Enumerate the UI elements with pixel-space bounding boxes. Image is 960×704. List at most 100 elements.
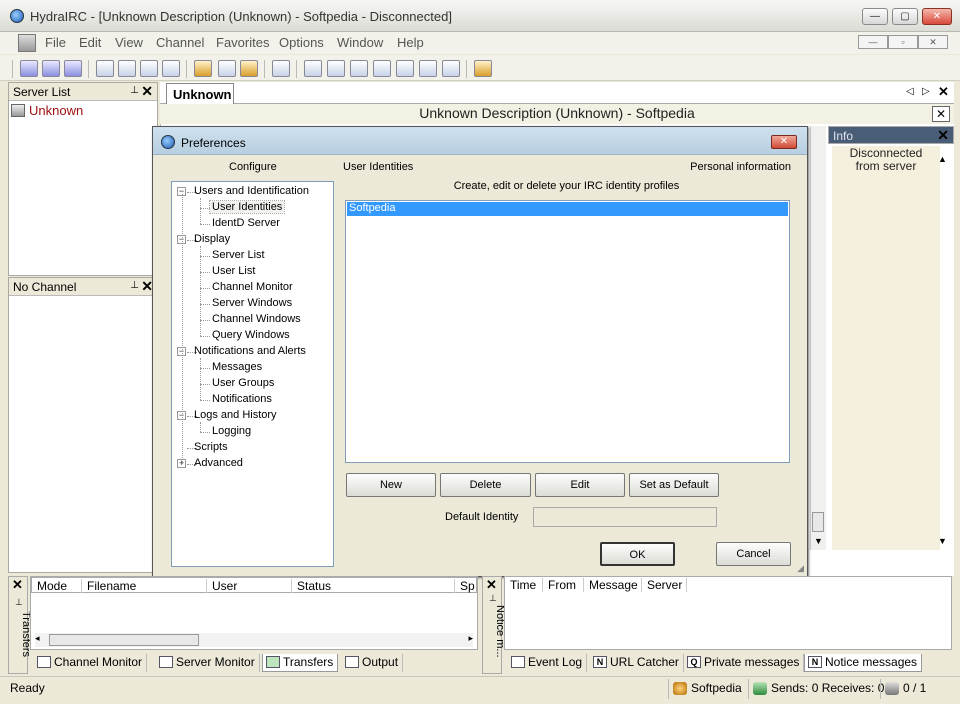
away-icon[interactable]: [272, 60, 290, 77]
topic-close-icon[interactable]: ✕: [932, 106, 950, 122]
arrange-icon[interactable]: [162, 60, 180, 77]
cancel-button[interactable]: Cancel: [716, 542, 791, 566]
search-icon[interactable]: [218, 60, 236, 77]
identities-list[interactable]: Softpedia: [345, 200, 790, 463]
server-item[interactable]: Unknown: [9, 101, 157, 119]
column-header[interactable]: Filename: [82, 579, 207, 593]
menu-favorites[interactable]: Favorites: [216, 35, 269, 50]
dialog-close-button[interactable]: ✕: [771, 135, 797, 149]
horizontal-scrollbar[interactable]: ◂ ▸: [35, 633, 473, 647]
tile-horizontal-icon[interactable]: [140, 60, 158, 77]
new-button[interactable]: New: [346, 473, 436, 497]
info-icon[interactable]: [442, 60, 460, 77]
minimize-button[interactable]: —: [862, 8, 888, 25]
tree-item[interactable]: Channel Monitor: [210, 281, 295, 293]
info-scroll-up-icon[interactable]: ▲: [938, 154, 947, 164]
close-icon[interactable]: ✕: [486, 577, 497, 593]
tree-item[interactable]: Query Windows: [210, 329, 292, 341]
column-header[interactable]: Mode: [32, 579, 82, 593]
scroll-thumb[interactable]: [49, 634, 199, 646]
delete-button[interactable]: Delete: [440, 473, 531, 497]
cascade-icon[interactable]: [96, 60, 114, 77]
column-header[interactable]: Status: [292, 579, 455, 593]
output-icon[interactable]: [419, 60, 437, 77]
column-header[interactable]: Server: [642, 578, 687, 592]
connect-icon[interactable]: [20, 60, 38, 77]
maximize-button[interactable]: ▢: [892, 8, 918, 25]
close-icon[interactable]: ✕: [141, 83, 153, 100]
tree-item[interactable]: Logs and History: [192, 409, 279, 421]
scroll-thumb[interactable]: [812, 512, 824, 532]
scroll-right-icon[interactable]: ▸: [468, 633, 473, 644]
tree-item[interactable]: Notifications: [210, 393, 274, 405]
tree-item[interactable]: Users and Identification: [192, 185, 311, 197]
tree-item[interactable]: Logging: [210, 425, 253, 437]
identity-item[interactable]: Softpedia: [347, 202, 788, 216]
pin-icon[interactable]: ⊥: [489, 593, 497, 604]
pin-icon[interactable]: ⊥: [130, 280, 139, 291]
scroll-down-icon[interactable]: ▼: [814, 536, 823, 546]
tree-item[interactable]: IdentD Server: [210, 217, 282, 229]
menu-channel[interactable]: Channel: [156, 35, 204, 50]
tile-vertical-icon[interactable]: [118, 60, 136, 77]
menu-options[interactable]: Options: [279, 35, 324, 50]
ok-button[interactable]: OK: [600, 542, 675, 566]
menu-view[interactable]: View: [115, 35, 143, 50]
tab-scroll-right-icon[interactable]: ▷: [922, 86, 930, 97]
column-header[interactable]: User: [207, 579, 292, 593]
set-default-button[interactable]: Set as Default: [629, 473, 719, 497]
tree-item[interactable]: User Identities: [208, 200, 286, 214]
tab-private-messages[interactable]: Q Private messages: [684, 654, 805, 672]
edit-button[interactable]: Edit: [535, 473, 625, 497]
column-header[interactable]: Time: [505, 578, 543, 592]
tab-event-log[interactable]: Event Log: [508, 654, 588, 672]
close-icon[interactable]: ✕: [937, 127, 949, 144]
mdi-minimize-button[interactable]: —: [858, 35, 888, 49]
close-icon[interactable]: ✕: [12, 577, 23, 593]
menu-edit[interactable]: Edit: [79, 35, 101, 50]
server-list-icon[interactable]: [304, 60, 322, 77]
favorites-icon[interactable]: [240, 60, 258, 77]
pin-icon[interactable]: ⊥: [130, 85, 139, 96]
close-button[interactable]: ✕: [922, 8, 952, 25]
tab-output[interactable]: Output: [342, 654, 404, 672]
channel-scrollbar[interactable]: ▼: [810, 126, 826, 550]
tree-item[interactable]: Notifications and Alerts: [192, 345, 308, 357]
tree-item[interactable]: User List: [210, 265, 257, 277]
tab-channel-monitor[interactable]: Channel Monitor: [34, 654, 148, 672]
tab-notice-messages[interactable]: N Notice messages: [804, 654, 923, 672]
reconnect-icon[interactable]: [42, 60, 60, 77]
tab-url-catcher[interactable]: N URL Catcher: [590, 654, 684, 672]
tree-item[interactable]: User Groups: [210, 377, 276, 389]
menu-help[interactable]: Help: [397, 35, 424, 50]
transfers-icon[interactable]: [396, 60, 414, 77]
preferences-icon[interactable]: [474, 60, 492, 77]
mdi-child-icon[interactable]: [18, 34, 36, 52]
tree-item[interactable]: Display: [192, 233, 232, 245]
tab-scroll-left-icon[interactable]: ◁: [906, 86, 914, 97]
server-monitor-icon[interactable]: [373, 60, 391, 77]
disconnect-icon[interactable]: [64, 60, 82, 77]
column-header[interactable]: From: [543, 578, 584, 592]
tree-item[interactable]: Channel Windows: [210, 313, 303, 325]
tree-item[interactable]: Messages: [210, 361, 264, 373]
users-icon[interactable]: [194, 60, 212, 77]
tree-item[interactable]: Server List: [210, 249, 267, 261]
tab-unknown[interactable]: Unknown: [166, 83, 234, 105]
info-scroll-down-icon[interactable]: ▼: [938, 536, 947, 546]
mdi-close-button[interactable]: ✕: [918, 35, 948, 49]
tree-item[interactable]: Server Windows: [210, 297, 294, 309]
tree-item[interactable]: Scripts: [192, 441, 230, 453]
tab-transfers[interactable]: Transfers: [262, 654, 339, 672]
menu-window[interactable]: Window: [337, 35, 383, 50]
resize-grip-icon[interactable]: ◢: [797, 563, 804, 574]
menu-file[interactable]: File: [45, 35, 66, 50]
tab-close-icon[interactable]: ✕: [938, 84, 949, 100]
pin-icon[interactable]: ⊥: [15, 597, 23, 608]
tree-item[interactable]: Advanced: [192, 457, 245, 469]
column-header[interactable]: Sp: [455, 579, 478, 593]
user-list-icon[interactable]: [327, 60, 345, 77]
channel-monitor-icon[interactable]: [350, 60, 368, 77]
scroll-left-icon[interactable]: ◂: [35, 633, 40, 644]
mdi-restore-button[interactable]: ▫: [888, 35, 918, 49]
